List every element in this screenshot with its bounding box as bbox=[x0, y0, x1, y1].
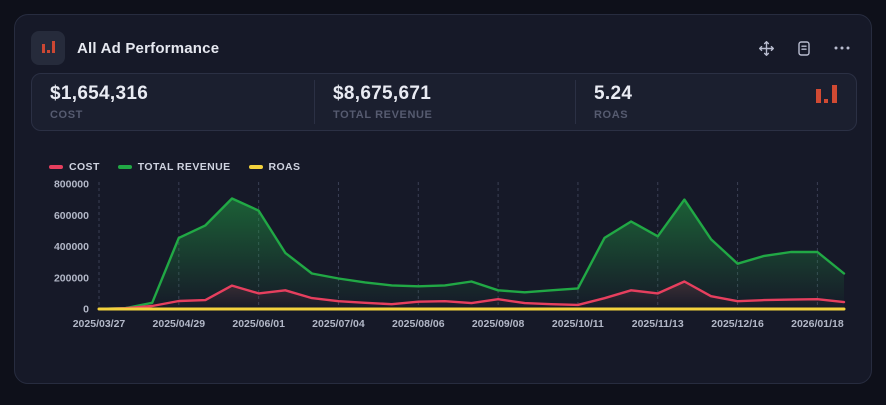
metric-cost-value: $1,654,316 bbox=[50, 83, 149, 104]
legend-swatch bbox=[49, 165, 63, 169]
y-tick-label: 0 bbox=[83, 304, 89, 316]
legend-label: ROAS bbox=[268, 161, 301, 173]
bar-chart-icon bbox=[42, 41, 55, 53]
chart-legend: COST TOTAL REVENUE ROAS bbox=[31, 159, 857, 175]
y-tick-label: 400000 bbox=[54, 241, 89, 253]
card-toolbar bbox=[755, 37, 853, 59]
card-title: All Ad Performance bbox=[77, 39, 220, 57]
x-tick-label: 2025/11/13 bbox=[632, 318, 684, 330]
x-tick-label: 2025/03/27 bbox=[73, 318, 126, 330]
legend-item-total-revenue[interactable]: TOTAL REVENUE bbox=[117, 161, 231, 173]
x-tick-label: 2025/10/11 bbox=[552, 318, 604, 330]
card-header: All Ad Performance bbox=[15, 23, 871, 73]
x-tick-label: 2026/01/18 bbox=[791, 318, 844, 330]
x-tick-label: 2025/04/29 bbox=[153, 318, 206, 330]
metric-roas-label: ROAS bbox=[594, 109, 629, 121]
metric-roas-value: 5.24 bbox=[594, 83, 633, 104]
y-tick-label: 800000 bbox=[54, 179, 89, 191]
y-tick-label: 200000 bbox=[54, 272, 89, 284]
metric-total-revenue-value: $8,675,671 bbox=[333, 83, 432, 104]
legend-item-roas[interactable]: ROAS bbox=[248, 161, 301, 173]
x-tick-label: 2025/09/08 bbox=[472, 318, 525, 330]
x-tick-label: 2025/06/01 bbox=[232, 318, 285, 330]
metrics-bar-chart-icon bbox=[814, 74, 856, 130]
metric-cost: $1,654,316 COST bbox=[32, 74, 314, 130]
metrics-bar: $1,654,316 COST $8,675,671 TOTAL REVENUE… bbox=[31, 73, 857, 131]
x-tick-label: 2025/12/16 bbox=[711, 318, 764, 330]
x-tick-label: 2025/08/06 bbox=[392, 318, 445, 330]
notepad-icon[interactable] bbox=[793, 37, 815, 59]
move-icon[interactable] bbox=[755, 37, 777, 59]
metric-total-revenue-label: TOTAL REVENUE bbox=[333, 109, 433, 121]
metric-total-revenue: $8,675,671 TOTAL REVENUE bbox=[315, 74, 575, 130]
legend-item-cost[interactable]: COST bbox=[49, 161, 100, 173]
card-badge bbox=[31, 31, 65, 65]
total-revenue-area bbox=[99, 198, 844, 309]
legend-swatch bbox=[248, 165, 263, 169]
more-options-icon[interactable] bbox=[831, 37, 853, 59]
y-tick-label: 600000 bbox=[54, 210, 89, 222]
performance-chart: COST TOTAL REVENUE ROAS 2025/03/27 2025/04/… bbox=[31, 159, 857, 373]
chart-canvas[interactable]: 2025/03/27 2025/04/29 2025/06/01 2025/07/04… bbox=[31, 175, 857, 351]
x-tick-label: 2025/07/04 bbox=[312, 318, 365, 330]
legend-label: TOTAL REVENUE bbox=[137, 161, 231, 173]
legend-label: COST bbox=[69, 161, 100, 173]
metric-roas: 5.24 ROAS bbox=[576, 74, 814, 130]
legend-swatch bbox=[117, 165, 132, 169]
ad-performance-card: All Ad Performance $1,654,316 COST $8,67… bbox=[14, 14, 872, 384]
metric-cost-label: COST bbox=[50, 109, 83, 121]
